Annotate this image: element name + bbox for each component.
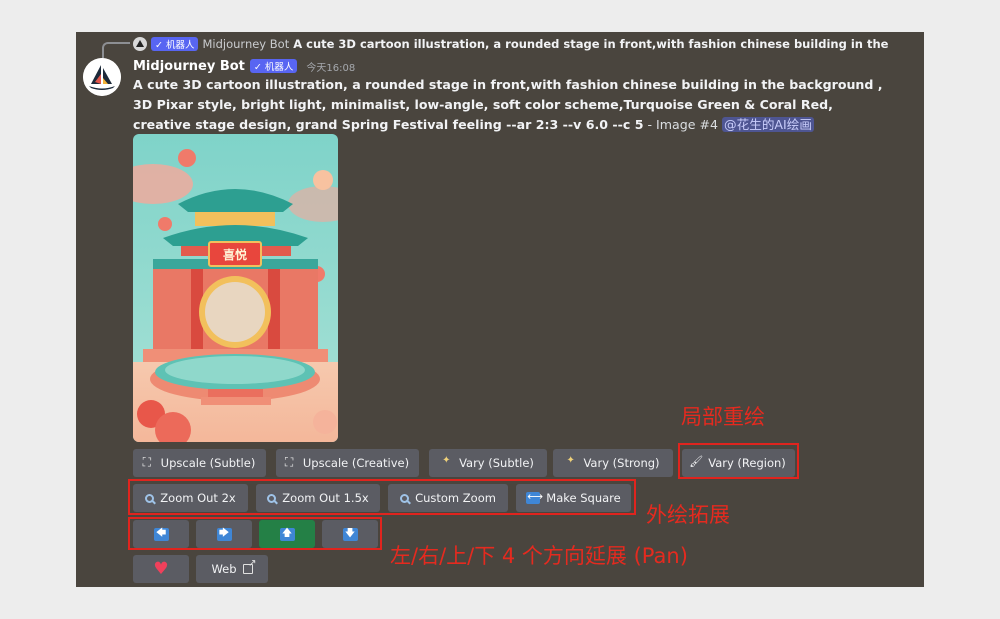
chinese-stage-artwork: 喜悦	[133, 134, 338, 442]
user-mention[interactable]: @花生的AI绘画	[722, 117, 814, 132]
heart-icon: ♥	[153, 558, 169, 579]
annotation-region: 局部重绘	[681, 405, 765, 429]
expand-icon	[143, 455, 155, 470]
annotation-outpaint: 外绘拓展	[646, 503, 730, 527]
bot-tag: ✓ 机器人	[249, 59, 298, 73]
reply-preview[interactable]: ✓ 机器人 Midjourney Bot A cute 3D cartoon i…	[133, 35, 893, 53]
upscale-creative-button[interactable]: Upscale (Creative)	[276, 449, 419, 477]
expand-icon	[285, 455, 297, 470]
web-button[interactable]: Web	[196, 555, 268, 583]
button-row-1: Upscale (Subtle) Upscale (Creative) Vary…	[0, 449, 1000, 477]
vary-subtle-button[interactable]: Vary (Subtle)	[429, 449, 547, 477]
artwork-sign-text: 喜悦	[223, 247, 247, 262]
reply-bot-name[interactable]: Midjourney Bot	[202, 37, 289, 51]
reply-bot-tag: ✓ 机器人	[151, 37, 199, 51]
highlight-vary-region	[678, 443, 799, 479]
highlight-pan-row	[128, 517, 382, 550]
author-name[interactable]: Midjourney Bot	[133, 59, 245, 74]
external-link-icon	[242, 558, 257, 574]
reply-connector	[102, 42, 130, 58]
bot-avatar[interactable]	[83, 58, 121, 96]
magic-wand-icon	[442, 455, 453, 469]
author-row: Midjourney Bot ✓ 机器人 今天16:08	[133, 57, 355, 75]
vary-strong-button[interactable]: Vary (Strong)	[553, 449, 673, 477]
magic-wand-icon	[566, 455, 577, 469]
annotation-pan: 左/右/上/下 4 个方向延展 (Pan)	[390, 544, 688, 568]
sailboat-logo-icon	[83, 58, 121, 96]
favorite-button[interactable]: ♥	[133, 555, 189, 583]
upscale-subtle-button[interactable]: Upscale (Subtle)	[133, 449, 266, 477]
reply-avatar-icon	[133, 37, 147, 51]
message-content: A cute 3D cartoon illustration, a rounde…	[133, 75, 893, 135]
reply-text[interactable]: A cute 3D cartoon illustration, a rounde…	[293, 37, 893, 51]
generated-image[interactable]: 喜悦	[133, 134, 338, 442]
timestamp: 今天16:08	[306, 62, 356, 74]
image-index: - Image #4	[643, 117, 723, 132]
highlight-zoom-row	[128, 479, 636, 515]
